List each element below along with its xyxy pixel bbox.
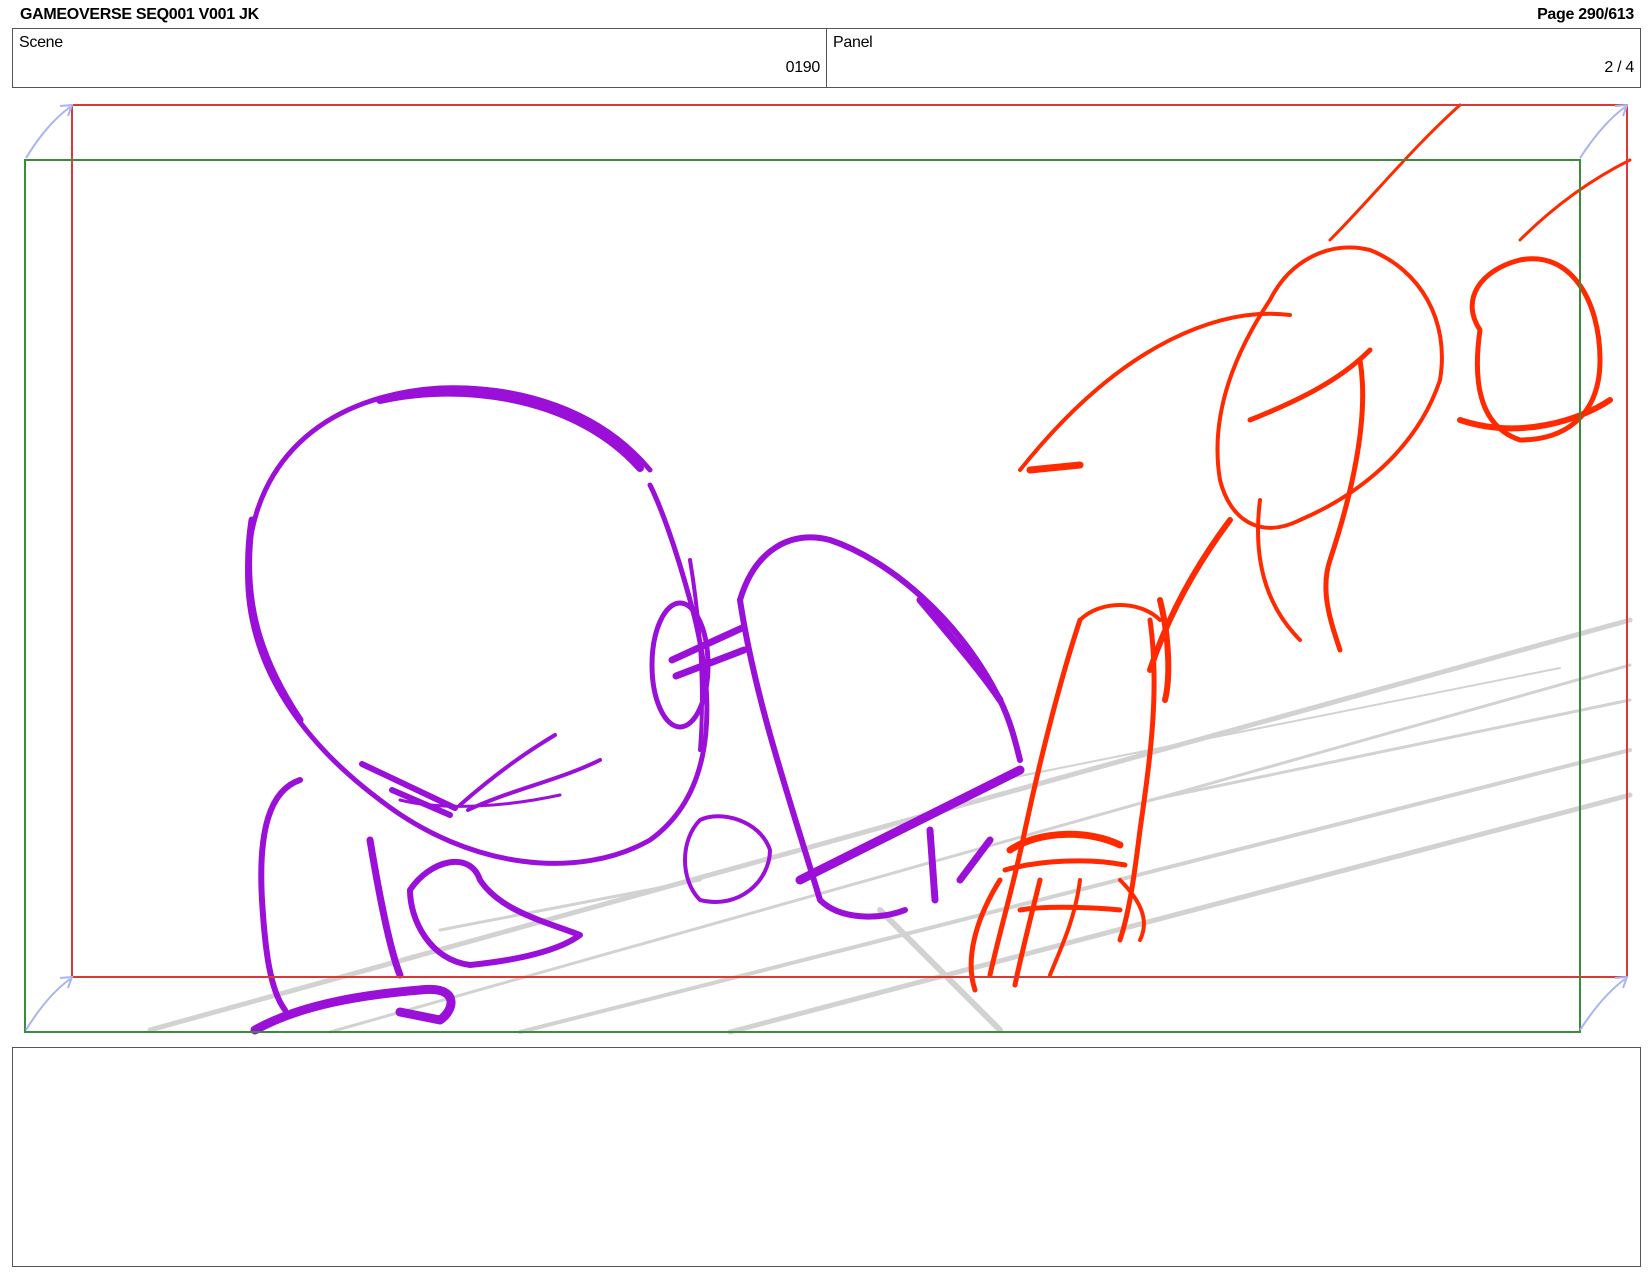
panel-box: Panel 2 / 4 — [826, 28, 1641, 88]
page-number: Page 290/613 — [1537, 6, 1634, 23]
red-character-sketch — [968, 103, 1632, 993]
scene-label: Scene — [19, 34, 63, 51]
camera-frame-green — [24, 159, 1581, 1033]
panel-number: 2 / 4 — [1604, 59, 1634, 76]
scene-box: Scene 0190 — [12, 28, 827, 88]
header-title: GAMEOVERSE SEQ001 V001 JK — [20, 6, 259, 23]
scene-number: 0190 — [785, 59, 821, 76]
background-guide-lines — [147, 617, 1633, 1035]
storyboard-panel-drawing — [24, 103, 1633, 1035]
panel-label: Panel — [833, 34, 873, 51]
panel-notes-box — [12, 1047, 1641, 1267]
safe-frame-red — [71, 104, 1628, 978]
